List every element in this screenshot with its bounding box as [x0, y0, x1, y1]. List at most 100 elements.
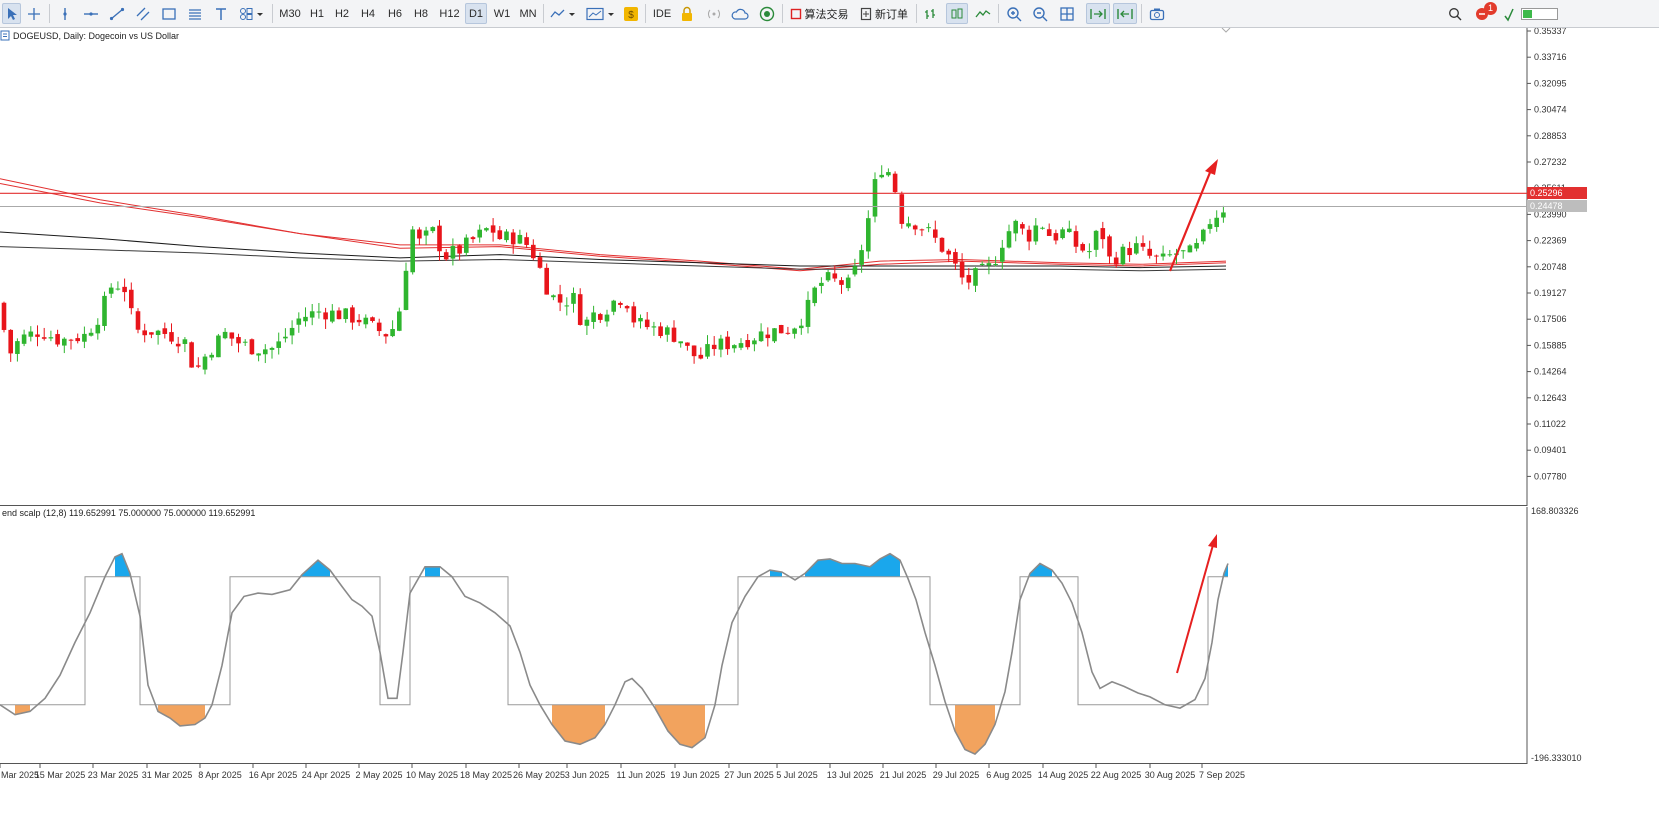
candle-body [464, 237, 469, 253]
candle-body [544, 267, 549, 295]
shapes-dropdown[interactable] [236, 3, 268, 24]
trendline-icon [109, 7, 125, 20]
candle-body [242, 341, 248, 343]
timeframe-h6-button[interactable]: H6 [384, 3, 406, 24]
signal-button[interactable] [703, 3, 725, 24]
notifications-button[interactable]: 1 [1472, 2, 1497, 24]
new-order-button[interactable]: 新订单 [856, 3, 912, 24]
candlestick-button[interactable] [946, 3, 968, 24]
candle-body [236, 337, 241, 344]
cloud-button[interactable] [729, 3, 751, 24]
candles-icon [951, 8, 963, 18]
toolbar: M30 H1 H2 H4 H6 H8 H12 D1 W1 MN $ IDE 算法交易 新订单 [0, 0, 1659, 28]
chart-type-dropdown[interactable] [548, 3, 578, 24]
cursor-tool-button[interactable] [2, 3, 21, 24]
time-tick-label: 18 May 2025 [460, 770, 512, 780]
candle-body [437, 225, 442, 252]
candle-body [933, 229, 938, 238]
lock-button[interactable] [677, 3, 697, 24]
crosshair-tool-button[interactable] [24, 3, 44, 24]
candle-body [249, 339, 255, 355]
candle-body [209, 354, 214, 358]
candle-body [879, 174, 884, 178]
connection-bar-icon [1521, 7, 1558, 20]
ide-button[interactable]: IDE [649, 3, 675, 24]
timeframe-h8-button[interactable]: H8 [410, 3, 432, 24]
chart-shift-button[interactable] [1113, 3, 1137, 24]
trendline-button[interactable] [106, 3, 128, 24]
timeframe-h1-button[interactable]: H1 [306, 3, 328, 24]
candle-body [906, 223, 911, 227]
price-tick-label: 0.28853 [1534, 131, 1567, 141]
candle-body [872, 179, 878, 217]
algo-trading-label: 算法交易 [804, 8, 849, 21]
cloud-icon [731, 8, 749, 20]
grid-button[interactable] [1056, 3, 1078, 24]
signal-strength-button[interactable] [1500, 3, 1518, 24]
oscillator-chart[interactable]: end scalp (12,8) 119.652991 75.000000 75… [0, 507, 1659, 764]
time-tick-label: 13 Jul 2025 [827, 770, 874, 780]
timeframe-label: M30 [279, 7, 301, 20]
text-tool-button[interactable] [210, 3, 232, 24]
time-tick-label: 16 Apr 2025 [249, 770, 298, 780]
new-order-label: 新订单 [875, 8, 908, 21]
candle-body [477, 229, 482, 238]
candle-body [202, 356, 208, 370]
search-icon [1449, 7, 1462, 20]
channel-button[interactable] [132, 3, 154, 24]
timeframe-h2-button[interactable]: H2 [331, 3, 353, 24]
coin-button[interactable]: $ [621, 3, 641, 24]
time-tick-label: 3 Jun 2025 [565, 770, 610, 780]
rectangle-button[interactable] [158, 3, 180, 24]
timeframe-mn-button[interactable]: MN [516, 3, 540, 24]
search-button[interactable] [1444, 3, 1466, 24]
candle-body [531, 244, 536, 259]
candle-body [973, 268, 978, 286]
candle-body [705, 344, 710, 357]
timeframe-label: H2 [334, 7, 350, 20]
zoom-in-button[interactable] [1003, 3, 1025, 24]
vps-button[interactable] [756, 3, 778, 24]
time-tick-label: 21 Jul 2025 [880, 770, 927, 780]
price-tick-label: 0.09401 [1534, 445, 1567, 455]
time-tick-label: 30 Aug 2025 [1145, 770, 1196, 780]
candle-body [88, 332, 94, 336]
zoom-out-button[interactable] [1029, 3, 1051, 24]
timeframe-w1-button[interactable]: W1 [491, 3, 513, 24]
timeframe-d1-button[interactable]: D1 [465, 3, 487, 24]
autoscroll-button[interactable] [1086, 3, 1110, 24]
candle-body [819, 282, 824, 286]
time-tick-label: 14 Aug 2025 [1038, 770, 1089, 780]
vertical-line-button[interactable] [55, 3, 75, 24]
horizontal-line-button[interactable] [80, 3, 102, 24]
candle-body [1060, 229, 1065, 239]
candle-body [363, 317, 369, 325]
fibonacci-button[interactable] [184, 3, 206, 24]
candle-body [95, 324, 101, 334]
timeframe-m30-button[interactable]: M30 [278, 3, 302, 24]
algo-trading-button[interactable]: 算法交易 [787, 3, 851, 24]
stop-square-icon [790, 8, 801, 19]
bar-chart-button[interactable] [920, 3, 942, 24]
timeframe-h12-button[interactable]: H12 [437, 3, 462, 24]
candle-body [799, 325, 804, 329]
candle-body [216, 335, 221, 358]
candle-body [1020, 224, 1025, 229]
candle-body [1093, 230, 1099, 250]
candle-body [1087, 251, 1092, 253]
screenshot-button[interactable] [1146, 3, 1168, 24]
candle-body [825, 272, 831, 281]
candle-body [1, 302, 7, 330]
dollar-coin-icon: $ [624, 6, 638, 21]
candle-body [631, 306, 637, 323]
price-chart[interactable]: 0.35337 0.33716 0.32095 0.30474 0.28853 0.272… [0, 28, 1659, 506]
candle-body [1040, 227, 1045, 229]
ide-label: IDE [652, 7, 672, 20]
timeframe-h4-button[interactable]: H4 [357, 3, 379, 24]
candle-body [899, 194, 905, 224]
templates-dropdown[interactable] [584, 3, 618, 24]
candle-body [1180, 250, 1186, 252]
resistance-price-label: 0.25296 [1530, 188, 1563, 198]
line-chart-button[interactable] [972, 3, 994, 24]
candle-body [618, 302, 623, 305]
